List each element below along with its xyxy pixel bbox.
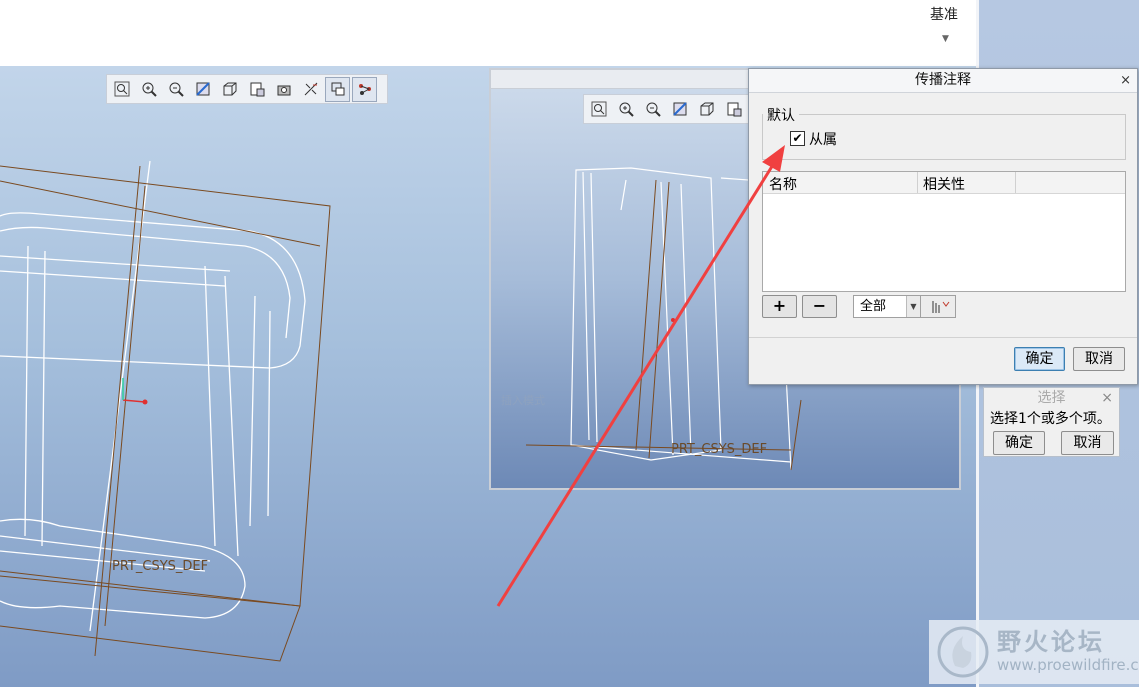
column-header-name[interactable]: 名称 xyxy=(769,174,797,194)
view-toolbar xyxy=(106,74,388,104)
appearance-icon[interactable] xyxy=(271,77,296,102)
csys-label: PRT_CSYS_DEF xyxy=(112,559,209,574)
ok-button[interactable]: 确定 xyxy=(1014,347,1065,371)
select-message: 选择1个或多个项。 xyxy=(990,411,1111,427)
cancel-button[interactable]: 取消 xyxy=(1073,347,1125,371)
chevron-down-icon[interactable]: ▼ xyxy=(906,296,920,317)
view-style-icon[interactable] xyxy=(217,77,242,102)
column-header-relevance[interactable]: 相关性 xyxy=(923,174,965,194)
datum-display-icon[interactable] xyxy=(325,76,350,102)
column-divider[interactable] xyxy=(1015,172,1016,193)
dialog-title: 传播注释 xyxy=(915,72,971,88)
datum-expand-arrow-icon[interactable]: ▼ xyxy=(942,34,949,44)
column-divider[interactable] xyxy=(917,172,918,193)
zoom-in-icon[interactable] xyxy=(136,77,161,102)
select-cancel-button[interactable]: 取消 xyxy=(1061,431,1114,455)
view-style-icon[interactable] xyxy=(694,97,719,122)
preview-csys-label: PRT_CSYS_DEF xyxy=(671,442,768,457)
preview-view-toolbar xyxy=(583,94,754,124)
datum-group-label: 基准 xyxy=(930,7,958,23)
filter-icon xyxy=(932,301,950,313)
zoom-fit-icon[interactable] xyxy=(109,77,134,102)
saved-views-icon[interactable] xyxy=(244,77,269,102)
zoom-out-icon[interactable] xyxy=(640,97,665,122)
annotation-display-icon[interactable] xyxy=(298,77,323,102)
saved-views-icon[interactable] xyxy=(721,97,746,122)
reorient-icon[interactable] xyxy=(190,77,215,102)
annotation-table[interactable]: 名称 相关性 xyxy=(762,171,1126,292)
dialog-title-bar: 传播注释 × xyxy=(749,69,1137,93)
propagate-annotations-dialog: 传播注释 × 默认 ✔ 从属 名称 相关性 + − 全部 ▼ 确定 取消 xyxy=(748,68,1138,385)
default-group-label: 默认 xyxy=(763,105,799,125)
add-button[interactable]: + xyxy=(762,295,797,318)
dependent-checkbox[interactable]: ✔ xyxy=(790,131,805,146)
select-panel: 选择 × 选择1个或多个项。 确定 取消 xyxy=(983,387,1120,457)
reorient-icon[interactable] xyxy=(667,97,692,122)
dialog-footer-divider xyxy=(749,337,1137,338)
select-title: 选择 xyxy=(1037,390,1066,406)
zoom-fit-icon[interactable] xyxy=(586,97,611,122)
ribbon: 基准 ▼ xyxy=(0,0,976,67)
forum-watermark: 野火论坛 www.proewildfire.cn xyxy=(929,620,1139,684)
filter-options-button[interactable] xyxy=(920,295,956,318)
watermark-url: www.proewildfire.cn xyxy=(997,656,1139,674)
table-header: 名称 相关性 xyxy=(763,172,1125,194)
close-icon[interactable]: × xyxy=(1120,69,1131,92)
dependent-checkbox-label[interactable]: 从属 xyxy=(809,129,837,149)
insert-mode-label: 插入模式 xyxy=(501,394,545,407)
filter-select[interactable]: 全部 ▼ xyxy=(853,295,921,318)
close-icon[interactable]: × xyxy=(1101,388,1113,408)
flame-logo-icon xyxy=(937,626,989,678)
zoom-out-icon[interactable] xyxy=(163,77,188,102)
spin-center-icon[interactable] xyxy=(352,76,377,102)
filter-select-value: 全部 xyxy=(860,299,887,314)
zoom-in-icon[interactable] xyxy=(613,97,638,122)
watermark-name: 野火论坛 xyxy=(997,628,1105,656)
select-ok-button[interactable]: 确定 xyxy=(993,431,1045,455)
remove-button[interactable]: − xyxy=(802,295,837,318)
select-title-bar: 选择 × xyxy=(984,388,1119,408)
